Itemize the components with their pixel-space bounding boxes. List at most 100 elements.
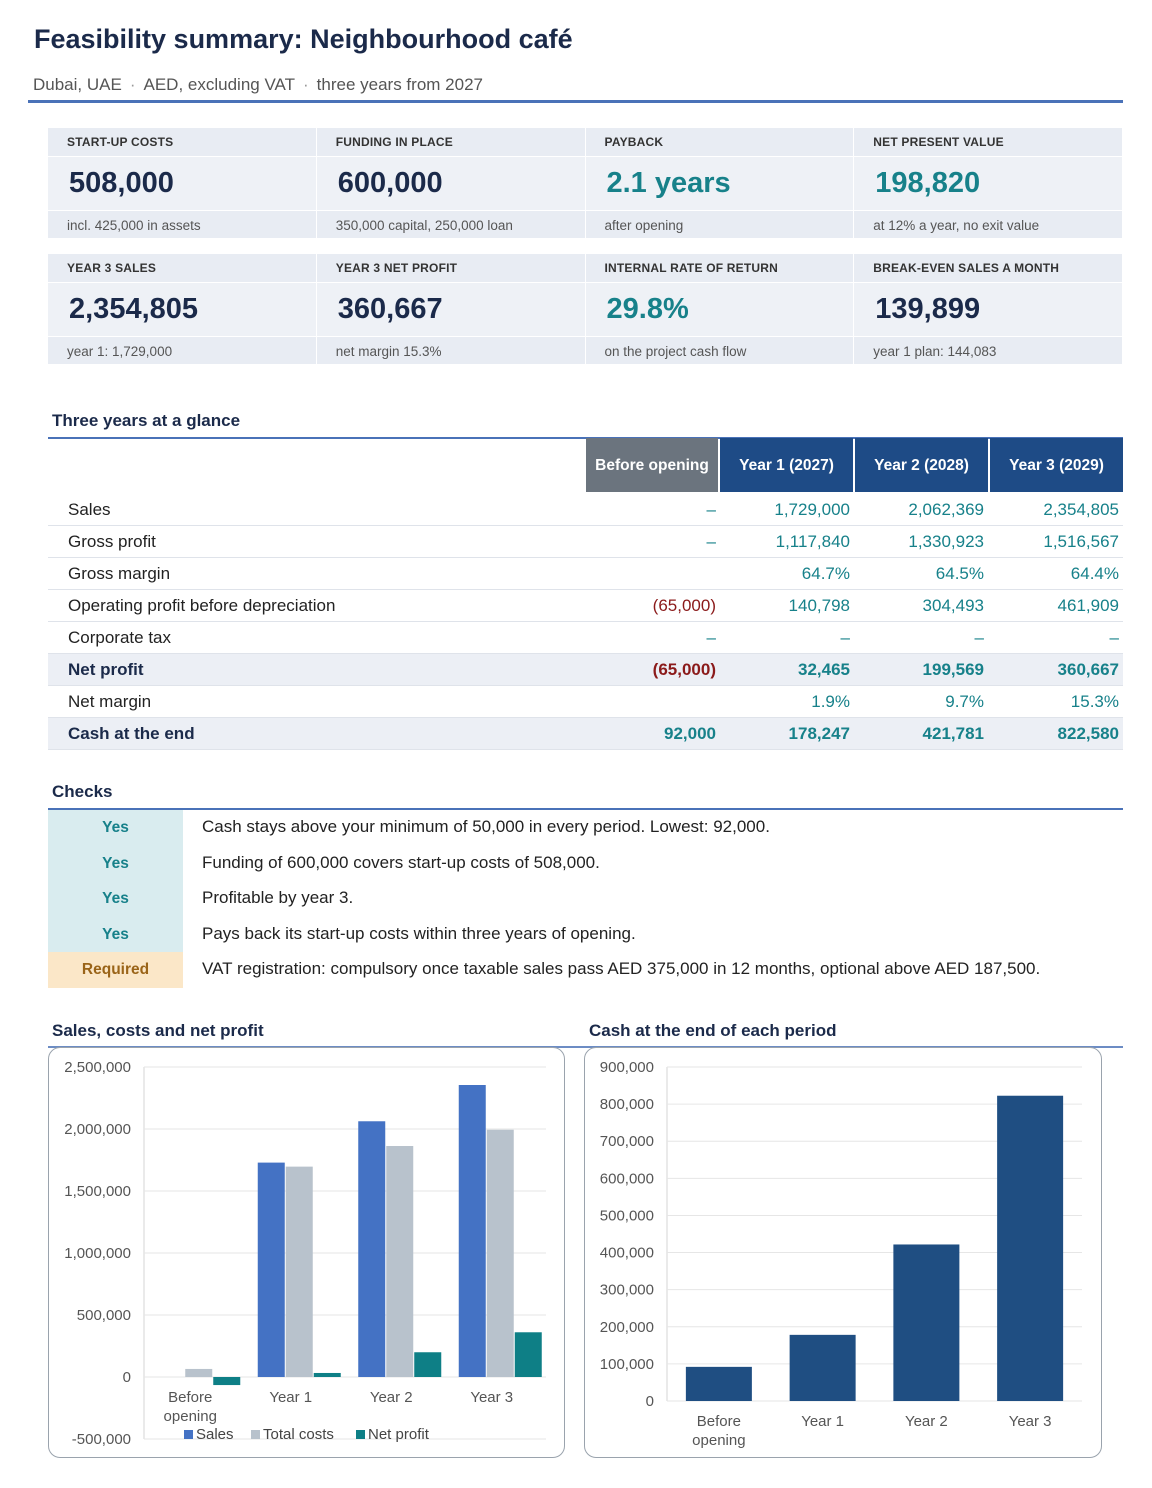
row-label: Net profit — [68, 660, 144, 679]
table-cell: 92,000 — [664, 724, 716, 743]
kpi-card-irr: INTERNAL RATE OF RETURN 29.8% on the pro… — [585, 254, 855, 364]
table-cell: 1,729,000 — [774, 500, 850, 519]
bar-total-costs — [486, 1129, 514, 1377]
kpi-label: INTERNAL RATE OF RETURN — [585, 254, 854, 282]
table-cell: 199,569 — [922, 660, 984, 679]
table-cell: 9.7% — [945, 692, 984, 711]
kpi-card-year3-net-profit: YEAR 3 NET PROFIT 360,667 net margin 15.… — [316, 254, 586, 364]
row-label: Operating profit before depreciation — [68, 596, 336, 615]
table-cell: – — [840, 628, 850, 647]
row-label: Gross margin — [68, 564, 171, 583]
legend-label: Total costs — [263, 1426, 334, 1443]
table-cell: 421,781 — [922, 724, 984, 743]
subtitle-period: three years from 2027 — [316, 75, 483, 94]
table-row: Cash at the end 92,000 178,247 421,781 822,5… — [48, 718, 1123, 750]
check-status-badge: Yes — [48, 916, 183, 952]
table-cell: – — [706, 500, 716, 519]
kpi-note: year 1: 1,729,000 — [48, 336, 316, 364]
bar-net-profit — [414, 1352, 442, 1377]
table-row: Net margin 1.9% 9.7% 15.3% — [48, 686, 1123, 718]
check-text: Cash stays above your minimum of 50,000 … — [202, 817, 770, 836]
subtitle-separator: · — [129, 75, 136, 94]
kpi-card-payback: PAYBACK 2.1 years after opening — [585, 128, 855, 238]
x-tick-label: Year 3 — [470, 1389, 513, 1406]
bar-total-costs — [285, 1166, 313, 1377]
check-item: Yes Profitable by year 3. — [48, 881, 1123, 917]
glance-table: Before opening Year 1 (2027) Year 2 (202… — [48, 438, 1123, 750]
kpi-label: PAYBACK — [585, 128, 854, 156]
table-cell: 140,798 — [788, 596, 850, 615]
legend-label: Net profit — [368, 1426, 430, 1443]
glance-section-title: Three years at a glance — [52, 411, 241, 430]
row-label: Corporate tax — [68, 628, 171, 647]
check-status-badge: Yes — [48, 881, 183, 917]
kpi-card-break-even: BREAK-EVEN SALES A MONTH 139,899 year 1 … — [854, 254, 1123, 364]
column-header-year-3: Year 3 (2029) — [990, 438, 1123, 492]
check-text: Pays back its start-up costs within thre… — [202, 923, 636, 943]
table-cell: 461,909 — [1057, 596, 1119, 615]
y-tick-label: 2,500,000 — [64, 1059, 131, 1076]
kpi-value: 2.1 years — [585, 156, 854, 210]
table-row: Operating profit before depreciation (65,… — [48, 590, 1123, 622]
subtitle-currency: AED, excluding VAT — [143, 75, 296, 94]
kpi-note: net margin 15.3% — [316, 336, 585, 364]
check-text: Funding of 600,000 covers start-up costs… — [202, 852, 600, 872]
kpi-value: 600,000 — [316, 156, 585, 210]
legend-swatch — [251, 1430, 260, 1439]
page-subtitle: Dubai, UAE · AED, excluding VAT · three year… — [33, 75, 483, 95]
kpi-value: 198,820 — [854, 156, 1122, 210]
check-status-badge: Yes — [48, 810, 183, 846]
column-header-year-2: Year 2 (2028) — [855, 438, 988, 492]
glance-body: Sales – 1,729,000 2,062,369 2,354,805 Gross p… — [48, 494, 1123, 750]
x-tick-label: Before — [168, 1389, 212, 1406]
check-text: Profitable by year 3. — [202, 888, 354, 907]
table-cell: – — [1109, 628, 1119, 647]
y-tick-label: 200,000 — [600, 1319, 654, 1336]
page-title: Feasibility summary: Neighbourhood café — [34, 24, 573, 54]
kpi-card-year3-sales: YEAR 3 SALES 2,354,805 year 1: 1,729,000 — [48, 254, 317, 364]
check-status-badge: Required — [48, 952, 183, 988]
kpi-value: 139,899 — [854, 282, 1122, 336]
kpi-note: 350,000 capital, 250,000 loan — [316, 210, 585, 238]
checks-section-title: Checks — [52, 782, 113, 801]
table-cell: 2,354,805 — [1043, 500, 1119, 519]
table-cell: 1,330,923 — [908, 532, 984, 551]
table-cell: 32,465 — [798, 660, 850, 679]
kpi-note: incl. 425,000 in assets — [48, 210, 316, 238]
check-item: Yes Funding of 600,000 covers start-up co… — [48, 845, 1123, 881]
checks-list: Yes Cash stays above your minimum of 50,0… — [48, 810, 1123, 988]
bar-net-profit — [213, 1377, 241, 1386]
kpi-grid: START-UP COSTS 508,000 incl. 425,000 in … — [48, 128, 1123, 380]
table-row: Corporate tax – – – – — [48, 622, 1123, 654]
bar-total-costs — [185, 1368, 213, 1377]
y-tick-label: 2,000,000 — [64, 1121, 131, 1138]
table-row: Net profit (65,000) 32,465 199,569 360,667 — [48, 654, 1123, 686]
column-header-year-1: Year 1 (2027) — [720, 438, 853, 492]
check-status-badge: Yes — [48, 845, 183, 881]
bar-net-profit — [313, 1372, 341, 1377]
table-cell: – — [706, 532, 716, 551]
kpi-note: after opening — [585, 210, 854, 238]
y-tick-label: 0 — [646, 1393, 654, 1410]
y-tick-label: 1,000,000 — [64, 1245, 131, 1262]
chart-cash-end: 0 100,000 200,000 300,000 400,000 500,000 600,… — [584, 1047, 1102, 1458]
x-tick-label: Year 1 — [269, 1389, 312, 1406]
bar-cash — [685, 1366, 752, 1401]
y-tick-label: 500,000 — [600, 1207, 654, 1224]
table-row: Sales – 1,729,000 2,062,369 2,354,805 — [48, 494, 1123, 526]
row-label: Net margin — [68, 692, 152, 711]
bar-net-profit — [514, 1332, 542, 1377]
y-tick-label: 700,000 — [600, 1133, 654, 1150]
kpi-label: YEAR 3 NET PROFIT — [316, 254, 585, 282]
x-tick-label: Year 2 — [370, 1389, 413, 1406]
kpi-label: YEAR 3 SALES — [48, 254, 316, 282]
bar-sales — [458, 1085, 486, 1377]
legend-swatch — [184, 1430, 193, 1439]
kpi-card-funding: FUNDING IN PLACE 600,000 350,000 capital… — [316, 128, 586, 238]
legend-swatch — [356, 1430, 365, 1439]
table-row: Gross profit – 1,117,840 1,330,923 1,516,567 — [48, 526, 1123, 558]
y-tick-label: 100,000 — [600, 1356, 654, 1373]
row-label: Cash at the end — [68, 724, 195, 743]
kpi-note: year 1 plan: 144,083 — [854, 336, 1122, 364]
y-tick-label: 400,000 — [600, 1245, 654, 1262]
